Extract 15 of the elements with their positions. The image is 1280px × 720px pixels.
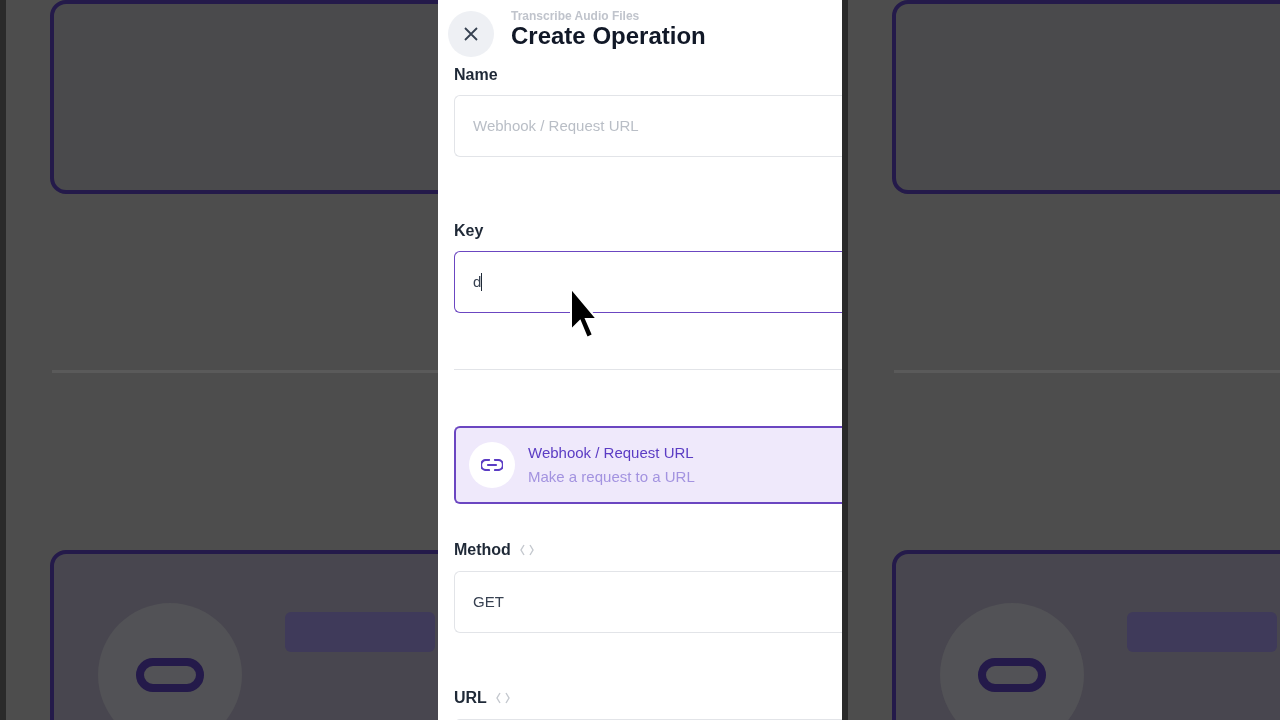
operation-card[interactable]: Webhook / Request URL Make a request to a URL — [454, 426, 842, 504]
field-label: Method — [454, 540, 511, 560]
dialog-subtitle: Transcribe Audio Files — [511, 10, 641, 22]
close-button[interactable] — [448, 11, 494, 57]
braces-icon — [518, 543, 535, 557]
field-label: Key — [454, 221, 485, 241]
input-field[interactable]: GET — [454, 571, 842, 633]
field-label: URL — [454, 688, 487, 708]
dialog-title: Create Operation — [511, 22, 706, 50]
operation-description: Make a request to a URL — [528, 467, 695, 487]
close-icon — [463, 26, 479, 42]
link-icon — [481, 459, 503, 471]
braces-icon — [494, 691, 511, 705]
operation-title: Webhook / Request URL — [528, 443, 695, 463]
field-label: Name — [454, 65, 499, 85]
